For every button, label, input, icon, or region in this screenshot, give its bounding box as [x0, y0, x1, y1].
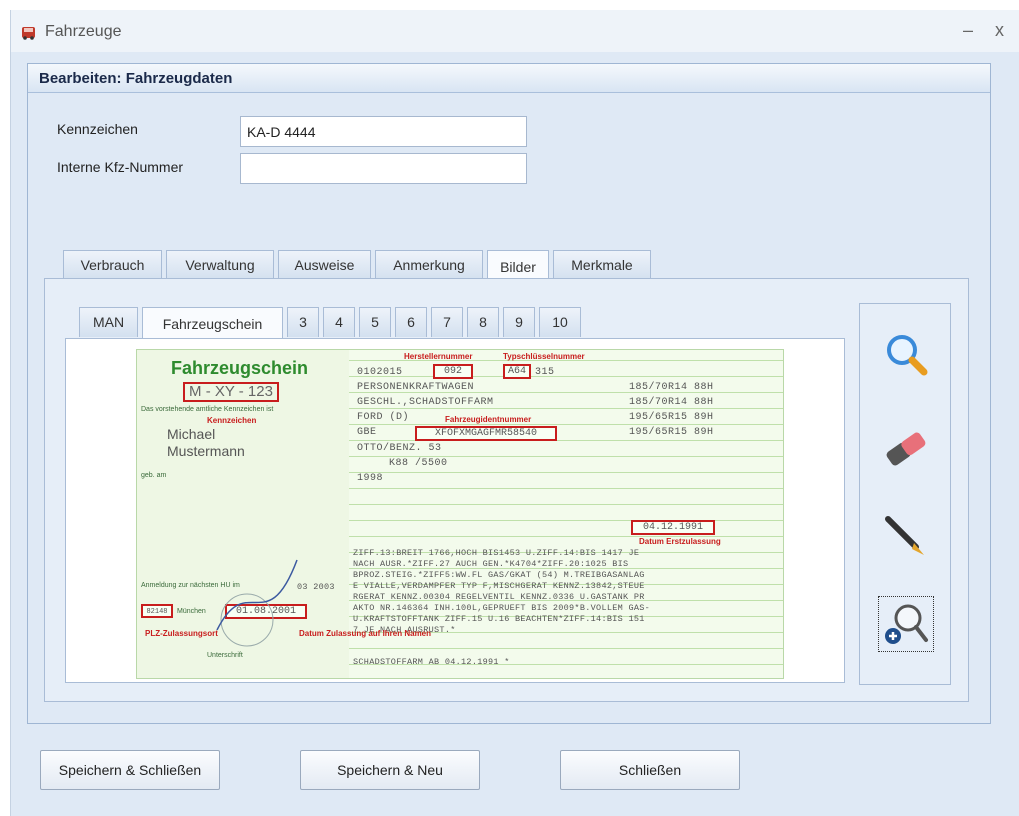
image-tools-panel: [859, 303, 951, 685]
pen-tool-button[interactable]: [878, 509, 934, 565]
tyre-3: 195/65R15 89H: [629, 412, 714, 423]
doc-line-2: GESCHL.,SCHADSTOFFARM: [357, 397, 494, 408]
vehicle-registration-image: Fahrzeugschein M - XY - 123 Das vorstehe…: [136, 349, 784, 679]
hersteller-code-a: 0102015: [357, 367, 403, 378]
first-reg-box: 04.12.1991: [631, 520, 715, 535]
remarks-line-5: RGERAT KENNZ.00304 REGELVENTIL KENNZ.033…: [353, 592, 645, 602]
doc-plate-box: M - XY - 123: [183, 382, 279, 402]
pen-icon: [885, 516, 924, 555]
remarks-line-7: U.KRAFTSTOFFTANK ZIFF.15 U.16 BEACHTEN*Z…: [353, 614, 645, 624]
typ-rest: 315: [535, 367, 555, 378]
doc-line-6: K88 /5500: [389, 458, 448, 469]
image-tab-9[interactable]: 9: [503, 307, 535, 337]
image-tab-4[interactable]: 4: [323, 307, 355, 337]
fin-box: XFOFXMGAGFMR58540: [415, 426, 557, 441]
label-erstzulassung: Datum Erstzulassung: [639, 537, 721, 546]
label-zulassung: Datum Zulassung auf Ihren Namen: [299, 629, 432, 638]
kennzeichen-label: Kennzeichen: [57, 121, 138, 137]
label-typschluessel: Typschlüsselnummer: [503, 352, 585, 361]
owner-first-name: Michael: [167, 426, 216, 442]
doc-title: Fahrzeugschein: [171, 358, 309, 378]
kennzeichen-input[interactable]: [240, 116, 527, 147]
doc-line-7: 1998: [357, 473, 384, 484]
image-tab-7[interactable]: 7: [431, 307, 463, 337]
remarks-line-4: E VIALLE,VERDAMPFER TYP F,MISCHGERAT KEN…: [353, 581, 645, 591]
ort-text: München: [177, 608, 206, 615]
tab-verwaltung[interactable]: Verwaltung: [166, 250, 274, 280]
image-tab-8[interactable]: 8: [467, 307, 499, 337]
doc-geb-label: geb. am: [141, 472, 167, 479]
group-title: Bearbeiten: Fahrzeugdaten: [39, 70, 233, 87]
remarks-line-6: AKTO NR.146364 INH.100L,GEPRUEFT BIS 200…: [353, 603, 651, 613]
image-tab-fahrzeugschein[interactable]: Fahrzeugschein: [142, 307, 283, 341]
close-button[interactable]: Schließen: [560, 750, 740, 790]
tyre-4: 195/65R15 89H: [629, 427, 714, 438]
image-tab-5[interactable]: 5: [359, 307, 391, 337]
group-header: Bearbeiten: Fahrzeugdaten: [28, 64, 990, 93]
label-fahrzeugident: Fahrzeugidentnummer: [445, 415, 532, 424]
zoom-in-icon: [885, 604, 928, 644]
signature-label: Unterschrift: [207, 652, 243, 659]
eraser-tool-button[interactable]: [878, 421, 934, 477]
tab-merkmale[interactable]: Merkmale: [553, 250, 651, 280]
remarks-line-9: SCHADSTOFFARM AB 04.12.1991 *: [353, 657, 510, 667]
images-panel: MAN Fahrzeugschein 3 4 5 6 7 8 9 10 Fahr…: [44, 278, 969, 702]
save-close-button[interactable]: Speichern & Schließen: [40, 750, 220, 790]
remarks-line-1: ZIFF.13:BREIT 1766,HOCH BIS1453 U.ZIFF.1…: [353, 548, 640, 558]
doc-line-5: OTTO/BENZ. 53: [357, 443, 442, 454]
search-icon: [887, 335, 928, 376]
tyre-2: 185/70R14 88H: [629, 397, 714, 408]
image-tab-man[interactable]: MAN: [79, 307, 138, 337]
doc-line-1: PERSONENKRAFTWAGEN: [357, 382, 475, 393]
label-hersteller: Herstellernummer: [404, 352, 473, 361]
search-tool-button[interactable]: [878, 326, 934, 382]
save-new-button[interactable]: Speichern & Neu: [300, 750, 480, 790]
doc-line-3: FORD (D): [357, 412, 410, 423]
image-tab-3[interactable]: 3: [287, 307, 319, 337]
owner-last-name: Mustermann: [167, 443, 245, 459]
image-tab-10[interactable]: 10: [539, 307, 581, 337]
doc-note: Das vorstehende amtliche Kennzeichen ist: [141, 406, 274, 413]
doc-line-4: GBE: [357, 427, 377, 438]
tab-anmerkung[interactable]: Anmerkung: [375, 250, 483, 280]
eraser-icon: [886, 432, 926, 466]
tab-verbrauch[interactable]: Verbrauch: [63, 250, 162, 280]
doc-right-section: Herstellernummer Typschlüsselnummer 0102…: [299, 350, 783, 678]
label-kennzeichen: Kennzeichen: [207, 416, 257, 425]
tyre-1: 185/70R14 88H: [629, 382, 714, 393]
typ-box: A64: [503, 364, 531, 379]
main-tabbar: Verbrauch Verwaltung Ausweise Anmerkung …: [0, 0, 1019, 284]
remarks-line-2: NACH AUSR.*ZIFF.27 AUCH GEN.*K4704*ZIFF.…: [353, 559, 629, 569]
image-tab-6[interactable]: 6: [395, 307, 427, 337]
kfz-number-label: Interne Kfz-Nummer: [57, 159, 184, 175]
image-viewer[interactable]: Fahrzeugschein M - XY - 123 Das vorstehe…: [65, 338, 845, 683]
hersteller-box: 092: [433, 364, 473, 379]
zoom-in-tool-button[interactable]: [878, 596, 934, 652]
kfz-number-input[interactable]: [240, 153, 527, 184]
plz-box: 82148: [141, 604, 173, 618]
remarks-line-3: BPROZ.STEIG.*ZIFF5:WW.FL GAS/GKAT (54) M…: [353, 570, 645, 580]
tab-ausweise[interactable]: Ausweise: [278, 250, 371, 280]
